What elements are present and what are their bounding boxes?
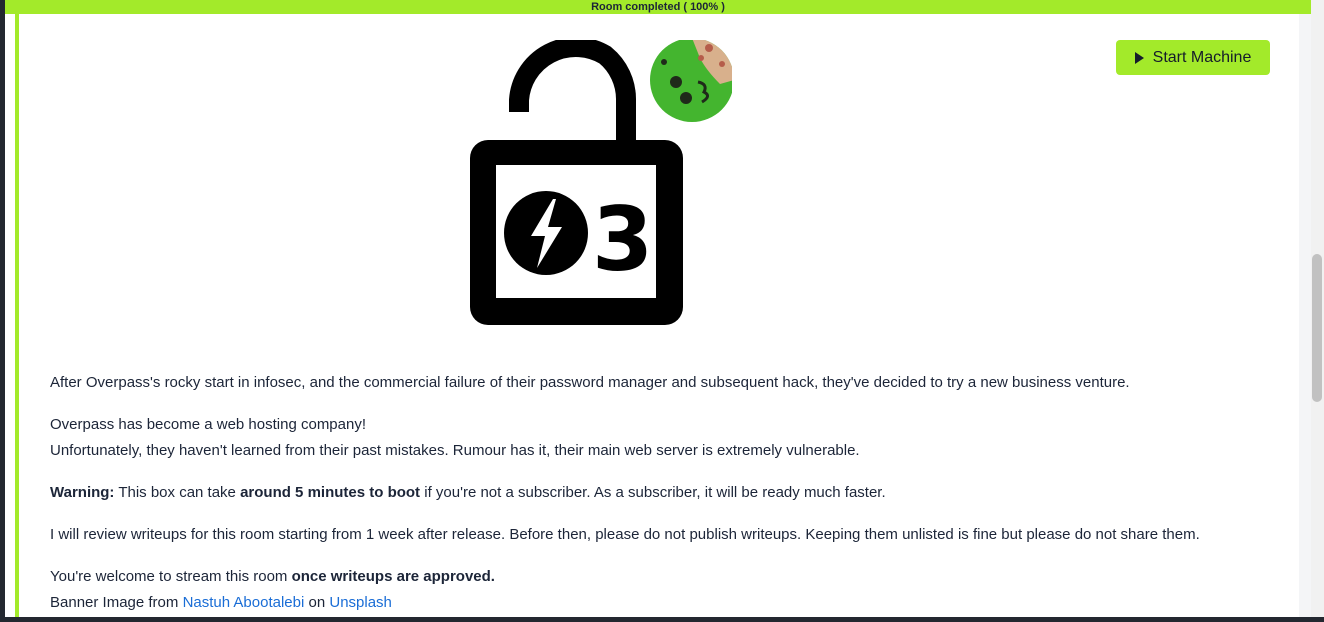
credit-site-link[interactable]: Unsplash <box>329 594 392 611</box>
stream-bold-text: once writeups are approved. <box>291 568 495 585</box>
window-edge <box>0 0 5 622</box>
banner-credit: Banner Image from Nastuh Abootalebi on U… <box>50 590 1290 616</box>
warning-text-1: This box can take <box>114 484 241 501</box>
warning-text-2: if you're not a subscriber. As a subscri… <box>420 484 886 501</box>
stream-paragraph: You're welcome to stream this room once … <box>50 564 1290 590</box>
cookie-icon <box>649 40 732 122</box>
credit-mid: on <box>304 594 330 611</box>
start-machine-button[interactable]: Start Machine <box>1116 40 1270 75</box>
progress-label: Room completed ( 100% ) <box>591 1 725 13</box>
room-page: Room completed ( 100% ) Start Machine 3 <box>0 0 1324 622</box>
credit-author-link[interactable]: Nastuh Abootalebi <box>183 594 305 611</box>
writeups-paragraph: I will review writeups for this room sta… <box>50 526 1200 543</box>
window-bottom-edge <box>0 617 1324 622</box>
scrollbar-thumb[interactable] <box>1312 254 1322 402</box>
start-machine-label: Start Machine <box>1152 48 1252 66</box>
warning-bold-text: around 5 minutes to boot <box>240 484 421 501</box>
room-progress-bar: Room completed ( 100% ) <box>5 0 1311 14</box>
hosting-line-2: Unfortunately, they haven't learned from… <box>50 442 860 459</box>
padlock-three: 3 <box>592 188 653 291</box>
warning-paragraph: Warning: This box can take around 5 minu… <box>50 480 1290 506</box>
room-description: After Overpass's rocky start in infosec,… <box>50 370 1290 616</box>
content-gutter <box>1299 14 1311 622</box>
open-padlock-icon <box>509 40 636 148</box>
stream-text: You're welcome to stream this room <box>50 568 292 585</box>
task-accent-border <box>15 14 19 622</box>
credit-prefix: Banner Image from <box>50 594 183 611</box>
play-icon <box>1134 51 1144 64</box>
warning-label: Warning: <box>50 484 115 501</box>
room-banner-image: 3 <box>470 40 732 325</box>
intro-paragraph: After Overpass's rocky start in infosec,… <box>50 374 1130 391</box>
hosting-paragraph: Overpass has become a web hosting compan… <box>50 412 1290 464</box>
hosting-line-1: Overpass has become a web hosting compan… <box>50 416 367 433</box>
